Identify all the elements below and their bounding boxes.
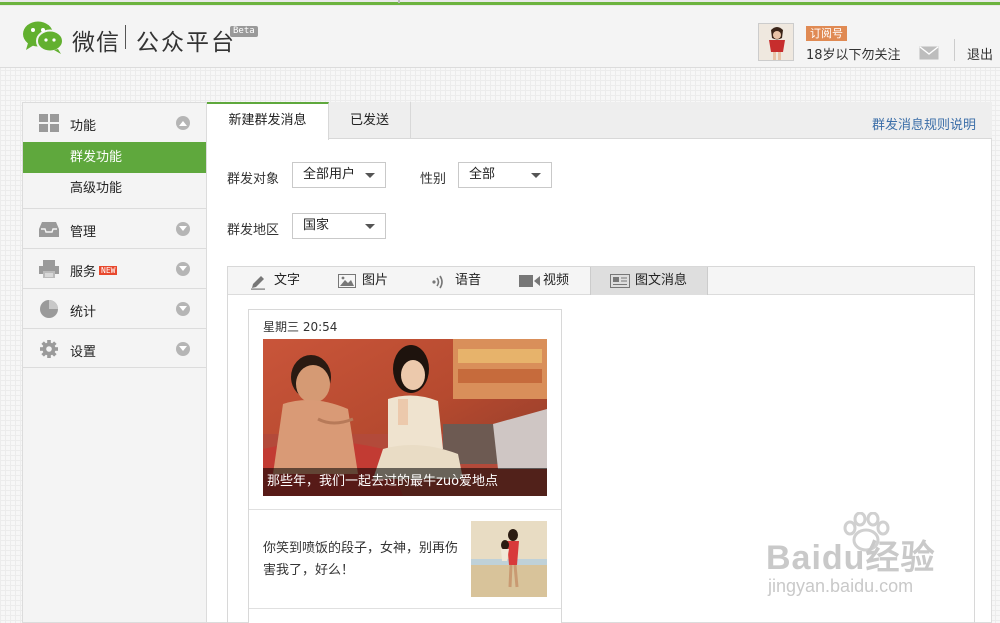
card-divider bbox=[249, 509, 561, 510]
header: 微信 公众平台 Beta 订阅号 18岁以下勿关注 退出 bbox=[0, 6, 1000, 68]
composer-tab-image[interactable]: 图片 bbox=[338, 267, 398, 295]
tab-sent[interactable]: 已发送 bbox=[329, 102, 411, 139]
news-preview-card: 星期三 20:54 那些年，我们一起去过的最牛zuò爱地点 你笑到喷饭的段子，女… bbox=[248, 309, 562, 623]
account-type-badge: 订阅号 bbox=[806, 26, 847, 41]
card-time: 星期三 20:54 bbox=[263, 320, 338, 334]
caret-down-icon bbox=[365, 224, 375, 229]
brand-separator bbox=[125, 25, 126, 49]
composer-tab-text[interactable]: 文字 bbox=[250, 267, 310, 295]
sidebar-group-settings[interactable]: 设置 bbox=[23, 328, 206, 368]
sidebar-group-manage[interactable]: 管理 bbox=[23, 208, 206, 248]
composer-tab-label: 图片 bbox=[362, 273, 389, 288]
sidebar-group-label: 管理 bbox=[70, 225, 97, 240]
wechat-logo-icon[interactable] bbox=[22, 19, 64, 55]
gender-label: 性别 bbox=[420, 172, 447, 187]
sidebar-group-label: 功能 bbox=[70, 119, 97, 134]
composer-tab-label: 文字 bbox=[274, 273, 301, 288]
composer-tab-label: 语音 bbox=[455, 273, 482, 288]
beta-badge: Beta bbox=[230, 26, 258, 37]
composer-tab-label: 图文消息 bbox=[635, 273, 688, 288]
watermark-logo-text: Baidu经验 bbox=[766, 539, 936, 577]
platform-title: 公众平台 bbox=[136, 30, 236, 56]
target-select-value: 全部用户 bbox=[303, 167, 356, 182]
sidebar-group-label: 服务 NEW bbox=[70, 261, 118, 280]
baidu-jingyan-watermark: Baidu经验 jingyan.baidu.com bbox=[762, 512, 952, 604]
sidebar-group-label-text: 服务 bbox=[70, 265, 97, 280]
cover-image[interactable]: 那些年，我们一起去过的最牛zuò爱地点 bbox=[263, 339, 547, 496]
news-icon bbox=[610, 274, 630, 288]
inbox-icon bbox=[39, 222, 59, 237]
caret-down-icon bbox=[531, 173, 541, 178]
pencil-icon bbox=[251, 276, 265, 290]
sidebar-group-label: 统计 bbox=[70, 305, 97, 320]
card-divider bbox=[249, 608, 561, 609]
gear-icon bbox=[40, 340, 58, 358]
sound-icon bbox=[432, 275, 443, 289]
grid-icon bbox=[39, 114, 59, 132]
pie-chart-icon bbox=[40, 300, 58, 318]
logout-link[interactable]: 退出 bbox=[967, 44, 993, 63]
printer-icon bbox=[39, 260, 59, 278]
video-icon bbox=[519, 275, 540, 287]
composer-tab-video[interactable]: 视频 bbox=[519, 267, 579, 295]
region-label: 群发地区 bbox=[227, 223, 280, 238]
rules-link[interactable]: 群发消息规则说明 bbox=[872, 114, 976, 133]
gender-select-value: 全部 bbox=[469, 167, 496, 182]
sidebar-group-label: 设置 bbox=[70, 345, 97, 360]
sidebar-subitems: 群发功能 高级功能 bbox=[23, 142, 206, 208]
chevron-down-icon[interactable] bbox=[176, 262, 190, 276]
chevron-down-icon[interactable] bbox=[176, 342, 190, 356]
avatar[interactable] bbox=[758, 23, 794, 61]
sidebar-item-advanced[interactable]: 高级功能 bbox=[23, 173, 206, 204]
chevron-down-icon[interactable] bbox=[176, 222, 190, 236]
sidebar-group-service[interactable]: 服务 NEW bbox=[23, 248, 206, 288]
gender-select[interactable]: 全部 bbox=[458, 162, 552, 188]
image-icon bbox=[338, 274, 356, 288]
tab-bar: 新建群发消息 已发送 群发消息规则说明 bbox=[207, 102, 992, 140]
sidebar-group-stats[interactable]: 统计 bbox=[23, 288, 206, 328]
sub-article-thumbnail[interactable] bbox=[471, 521, 547, 597]
region-select[interactable]: 国家 bbox=[292, 213, 386, 239]
top-green-line bbox=[0, 2, 1000, 5]
chevron-up-icon[interactable] bbox=[176, 116, 190, 130]
target-label: 群发对象 bbox=[227, 172, 280, 187]
sidebar-group-function[interactable]: 功能 bbox=[23, 102, 206, 142]
new-tag: NEW bbox=[99, 266, 118, 275]
sidebar-item-mass-send[interactable]: 群发功能 bbox=[23, 142, 206, 173]
watermark-url: jingyan.baidu.com bbox=[768, 576, 914, 596]
brand-title: 微信 bbox=[72, 30, 120, 56]
sidebar: 功能 群发功能 高级功能 管理 服务 NEW 统计 设置 bbox=[22, 102, 207, 623]
tab-new-mass-message[interactable]: 新建群发消息 bbox=[207, 102, 329, 140]
composer-tab-voice[interactable]: 语音 bbox=[431, 267, 491, 295]
target-select[interactable]: 全部用户 bbox=[292, 162, 386, 188]
chevron-down-icon[interactable] bbox=[176, 302, 190, 316]
sub-article-photo bbox=[471, 521, 547, 597]
composer-tab-label: 视频 bbox=[543, 273, 570, 288]
mail-icon[interactable] bbox=[919, 46, 939, 60]
composer-tab-news[interactable]: 图文消息 bbox=[590, 267, 708, 295]
top-notch bbox=[398, 0, 400, 3]
account-name[interactable]: 18岁以下勿关注 bbox=[806, 44, 901, 63]
region-select-value: 国家 bbox=[303, 218, 330, 233]
caret-down-icon bbox=[365, 173, 375, 178]
cover-caption: 那些年，我们一起去过的最牛zuò爱地点 bbox=[263, 468, 547, 496]
sub-article-title[interactable]: 你笑到喷饭的段子，女神，别再伤害我了，好么！ bbox=[263, 538, 459, 582]
header-separator bbox=[954, 39, 955, 61]
composer-tab-bar: 文字 图片 语音 视频 图文消息 bbox=[228, 267, 974, 295]
